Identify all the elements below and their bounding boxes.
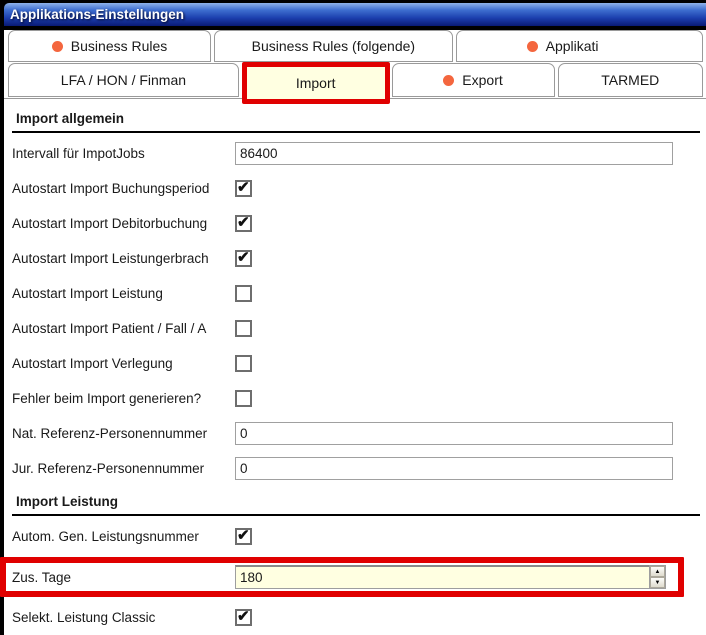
form-row-selekt-leistung-classic: Selekt. Leistung Classic ✔ bbox=[12, 600, 706, 635]
autostart-leistungerbracht-checkbox[interactable]: ✔ bbox=[235, 249, 252, 267]
autostart-debitorbuchung-checkbox[interactable]: ✔ bbox=[235, 214, 252, 232]
tab-applikationen[interactable]: Applikati bbox=[455, 30, 703, 62]
highlight-box-import-tab: Import bbox=[241, 62, 390, 104]
field-label: Autostart Import Buchungsperiod bbox=[12, 181, 210, 196]
zus-tage-spinner: ▲ ▼ bbox=[649, 565, 666, 589]
form-row-autostart-debitorbuchung: Autostart Import Debitorbuchung ✔ bbox=[12, 206, 706, 241]
tab-label: LFA / HON / Finman bbox=[60, 72, 187, 88]
settings-panel: Import allgemein Intervall für ImpotJobs… bbox=[0, 111, 706, 635]
field-label: Intervall für ImpotJobs bbox=[12, 146, 145, 161]
tab-label: Applikati bbox=[545, 38, 599, 54]
autostart-leistung-checkbox[interactable]: ✔ bbox=[235, 285, 252, 302]
section-title-import-leistung: Import Leistung bbox=[16, 494, 118, 509]
form-row-fehler-import: Fehler beim Import generieren? ✔ bbox=[12, 381, 706, 416]
form-row-nat-referenz: Nat. Referenz-Personennummer bbox=[12, 416, 706, 451]
tab-import[interactable]: Import bbox=[246, 67, 385, 99]
form-row-intervall: Intervall für ImpotJobs bbox=[12, 136, 706, 171]
checkmark-icon: ✔ bbox=[237, 179, 250, 196]
highlight-box-zus-tage-row: Zus. Tage ▲ ▼ bbox=[0, 557, 684, 597]
field-label: Nat. Referenz-Personennummer bbox=[12, 426, 208, 441]
zus-tage-spinfield: ▲ ▼ bbox=[235, 565, 666, 589]
tab-business-rules[interactable]: Business Rules bbox=[8, 30, 212, 62]
field-label: Autom. Gen. Leistungsnummer bbox=[12, 529, 199, 544]
orange-dot-icon bbox=[526, 40, 538, 52]
tab-export[interactable]: Export bbox=[391, 63, 555, 97]
tab-lfa-hon-finman[interactable]: LFA / HON / Finman bbox=[8, 63, 239, 97]
orange-dot-icon bbox=[51, 40, 63, 52]
form-row-autostart-leistungerbracht: Autostart Import Leistungerbrach ✔ bbox=[12, 241, 706, 276]
autostart-verlegung-checkbox[interactable]: ✔ bbox=[235, 355, 252, 372]
field-label: Autostart Import Debitorbuchung bbox=[12, 216, 208, 231]
intervall-importjobs-input[interactable] bbox=[235, 142, 673, 165]
checkmark-icon: ✔ bbox=[237, 527, 250, 544]
zus-tage-input[interactable] bbox=[235, 565, 649, 589]
tab-label: Import bbox=[295, 75, 336, 91]
autostart-patient-fall-checkbox[interactable]: ✔ bbox=[235, 320, 252, 337]
section-divider bbox=[12, 131, 700, 133]
selekt-leistung-classic-checkbox[interactable]: ✔ bbox=[235, 608, 252, 626]
orange-dot-icon bbox=[443, 74, 455, 86]
tab-tarmed[interactable]: TARMED bbox=[557, 63, 704, 97]
autostart-buchungsperiod-checkbox[interactable]: ✔ bbox=[235, 179, 252, 197]
field-label: Jur. Referenz-Personennummer bbox=[12, 461, 205, 476]
field-label: Autostart Import Leistungerbrach bbox=[12, 251, 209, 266]
arrow-down-icon: ▼ bbox=[654, 579, 661, 586]
field-label: Zus. Tage bbox=[12, 569, 72, 585]
tab-row-1: Business Rules Business Rules (folgende)… bbox=[4, 30, 706, 63]
tab-business-rules-folgende[interactable]: Business Rules (folgende) bbox=[214, 30, 453, 62]
tab-row-2: LFA / HON / Finman Import Export TARMED bbox=[4, 62, 706, 104]
spin-up-button[interactable]: ▲ bbox=[650, 566, 665, 577]
checkmark-icon: ✔ bbox=[237, 249, 250, 266]
form-row-autom-gen-leistungsnummer: Autom. Gen. Leistungsnummer ✔ bbox=[12, 519, 706, 554]
tab-label: Business Rules bbox=[70, 38, 168, 54]
window-titlebar: Applikations-Einstellungen bbox=[4, 3, 706, 26]
app-window: Applikations-Einstellungen Business Rule… bbox=[0, 0, 706, 635]
tab-label: Export bbox=[462, 72, 503, 88]
form-row-autostart-buchungsperiod: Autostart Import Buchungsperiod ✔ bbox=[12, 171, 706, 206]
autom-gen-leistungsnummer-checkbox[interactable]: ✔ bbox=[235, 527, 252, 545]
form-row-autostart-patient-fall: Autostart Import Patient / Fall / A ✔ bbox=[12, 311, 706, 346]
tab-label: Business Rules (folgende) bbox=[251, 38, 416, 54]
form-row-autostart-leistung: Autostart Import Leistung ✔ bbox=[12, 276, 706, 311]
section-divider bbox=[12, 514, 700, 516]
field-label: Autostart Import Verlegung bbox=[12, 356, 173, 371]
field-label: Selekt. Leistung Classic bbox=[12, 610, 156, 625]
fehler-import-checkbox[interactable]: ✔ bbox=[235, 390, 252, 407]
window-title: Applikations-Einstellungen bbox=[10, 7, 185, 22]
form-row-autostart-verlegung: Autostart Import Verlegung ✔ bbox=[12, 346, 706, 381]
form-row-jur-referenz: Jur. Referenz-Personennummer bbox=[12, 451, 706, 486]
tab-label: TARMED bbox=[601, 72, 660, 88]
arrow-up-icon: ▲ bbox=[654, 568, 661, 575]
checkmark-icon: ✔ bbox=[237, 214, 250, 231]
field-label: Autostart Import Patient / Fall / A bbox=[12, 321, 207, 336]
section-title-import-allgemein: Import allgemein bbox=[16, 111, 125, 126]
checkmark-icon: ✔ bbox=[237, 608, 250, 625]
field-label: Fehler beim Import generieren? bbox=[12, 391, 202, 406]
spin-down-button[interactable]: ▼ bbox=[650, 577, 665, 588]
window-frame-top: Applikations-Einstellungen bbox=[4, 0, 706, 30]
nat-referenz-input[interactable] bbox=[235, 422, 673, 445]
jur-referenz-input[interactable] bbox=[235, 457, 673, 480]
field-label: Autostart Import Leistung bbox=[12, 286, 163, 301]
